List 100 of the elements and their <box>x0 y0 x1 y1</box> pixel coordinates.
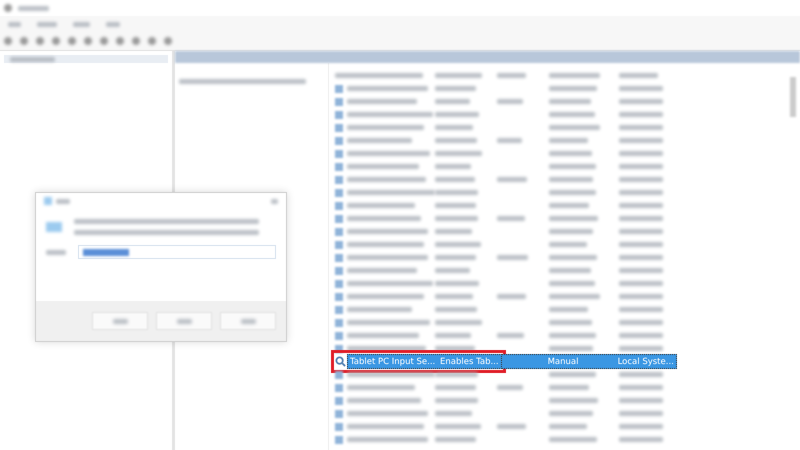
blurred-text <box>619 229 663 234</box>
blurred-text <box>619 398 663 403</box>
blurred-text <box>619 177 663 182</box>
blurred-text <box>549 177 593 182</box>
blurred-text <box>619 99 663 104</box>
app-icon <box>4 4 12 12</box>
blurred-text <box>435 424 481 429</box>
blurred-text <box>435 242 481 247</box>
blurred-text <box>549 411 593 416</box>
blurred-text <box>549 255 597 260</box>
blurred-text <box>549 125 600 130</box>
blurred-text <box>549 385 589 390</box>
blurred-text <box>106 22 120 26</box>
blurred-text <box>347 138 412 143</box>
blurred-text <box>549 190 596 195</box>
service-row[interactable]: Tablet PC Input Se... Enables Tab... <box>347 354 502 369</box>
blurred-text <box>347 203 415 208</box>
blurred-text <box>619 411 663 416</box>
blurred-text <box>549 229 593 234</box>
blurred-text <box>549 320 592 325</box>
blurred-text <box>8 22 21 26</box>
blurred-text <box>37 22 57 26</box>
blurred-text <box>435 216 478 221</box>
blurred-text <box>549 333 596 338</box>
blurred-text <box>619 125 663 130</box>
blurred-text <box>435 255 476 260</box>
blurred-text <box>619 112 663 117</box>
blurred-text <box>435 151 482 156</box>
blurred-text <box>435 203 476 208</box>
blurred-text <box>497 138 522 143</box>
blurred-text <box>435 307 477 312</box>
blurred-text <box>619 307 663 312</box>
blurred-text <box>619 281 663 286</box>
blurred-text <box>435 268 470 273</box>
blurred-text <box>549 99 591 104</box>
blurred-text <box>549 242 587 247</box>
blurred-text <box>497 424 526 429</box>
blurred-text <box>497 73 526 78</box>
blurred-text <box>549 73 600 78</box>
blurred-text <box>435 112 479 117</box>
tree-item[interactable] <box>4 55 168 63</box>
blurred-text <box>619 346 663 351</box>
blurred-text <box>619 320 663 325</box>
dialog-button[interactable] <box>156 312 212 330</box>
selected-text <box>83 248 129 256</box>
blurred-text <box>549 216 598 221</box>
startup-type: Manual <box>548 356 580 366</box>
app-icon <box>44 197 52 205</box>
blurred-text <box>271 198 278 204</box>
blurred-text <box>619 86 663 91</box>
blurred-text <box>347 333 419 338</box>
blurred-text <box>619 372 663 377</box>
blurred-text <box>435 411 472 416</box>
blurred-text <box>112 318 128 324</box>
dialog-button[interactable] <box>220 312 276 330</box>
blurred-text <box>435 294 473 299</box>
blurred-text <box>549 372 596 377</box>
app-icon <box>46 222 62 232</box>
blurred-text <box>497 333 524 338</box>
blurred-text <box>73 22 90 26</box>
blurred-text <box>347 99 417 104</box>
input-field[interactable] <box>78 245 276 259</box>
blurred-text <box>176 318 192 324</box>
blurred-text <box>435 333 471 338</box>
blurred-text <box>619 268 663 273</box>
blurred-text <box>435 125 473 130</box>
blurred-text <box>347 268 417 273</box>
blurred-text <box>619 424 663 429</box>
blurred-text <box>619 151 663 156</box>
blurred-text <box>497 255 528 260</box>
blurred-text <box>549 151 592 156</box>
blurred-text <box>435 229 472 234</box>
blurred-text <box>549 294 600 299</box>
blurred-text <box>549 112 595 117</box>
blurred-text <box>435 281 479 286</box>
blurred-text <box>435 164 471 169</box>
blurred-text <box>619 333 663 338</box>
blurred-text <box>619 385 663 390</box>
blurred-text <box>619 437 663 442</box>
blurred-text <box>619 294 663 299</box>
blurred-text <box>549 398 598 403</box>
dialog-button[interactable] <box>92 312 148 330</box>
blurred-text <box>240 318 256 324</box>
blurred-text <box>549 346 593 351</box>
blurred-text <box>497 99 523 104</box>
blurred-text <box>549 307 588 312</box>
blurred-text <box>56 198 70 204</box>
blurred-text <box>435 99 470 104</box>
blurred-text <box>497 177 527 182</box>
blurred-text <box>619 164 663 169</box>
blurred-text <box>619 190 663 195</box>
blurred-text <box>619 138 663 143</box>
scrollbar[interactable] <box>790 77 796 117</box>
blurred-text <box>435 138 477 143</box>
blurred-text <box>435 346 475 351</box>
blurred-text <box>497 294 526 299</box>
blurred-text <box>435 73 482 78</box>
blurred-text <box>435 86 476 91</box>
blurred-text <box>549 268 591 273</box>
blurred-text <box>435 320 482 325</box>
